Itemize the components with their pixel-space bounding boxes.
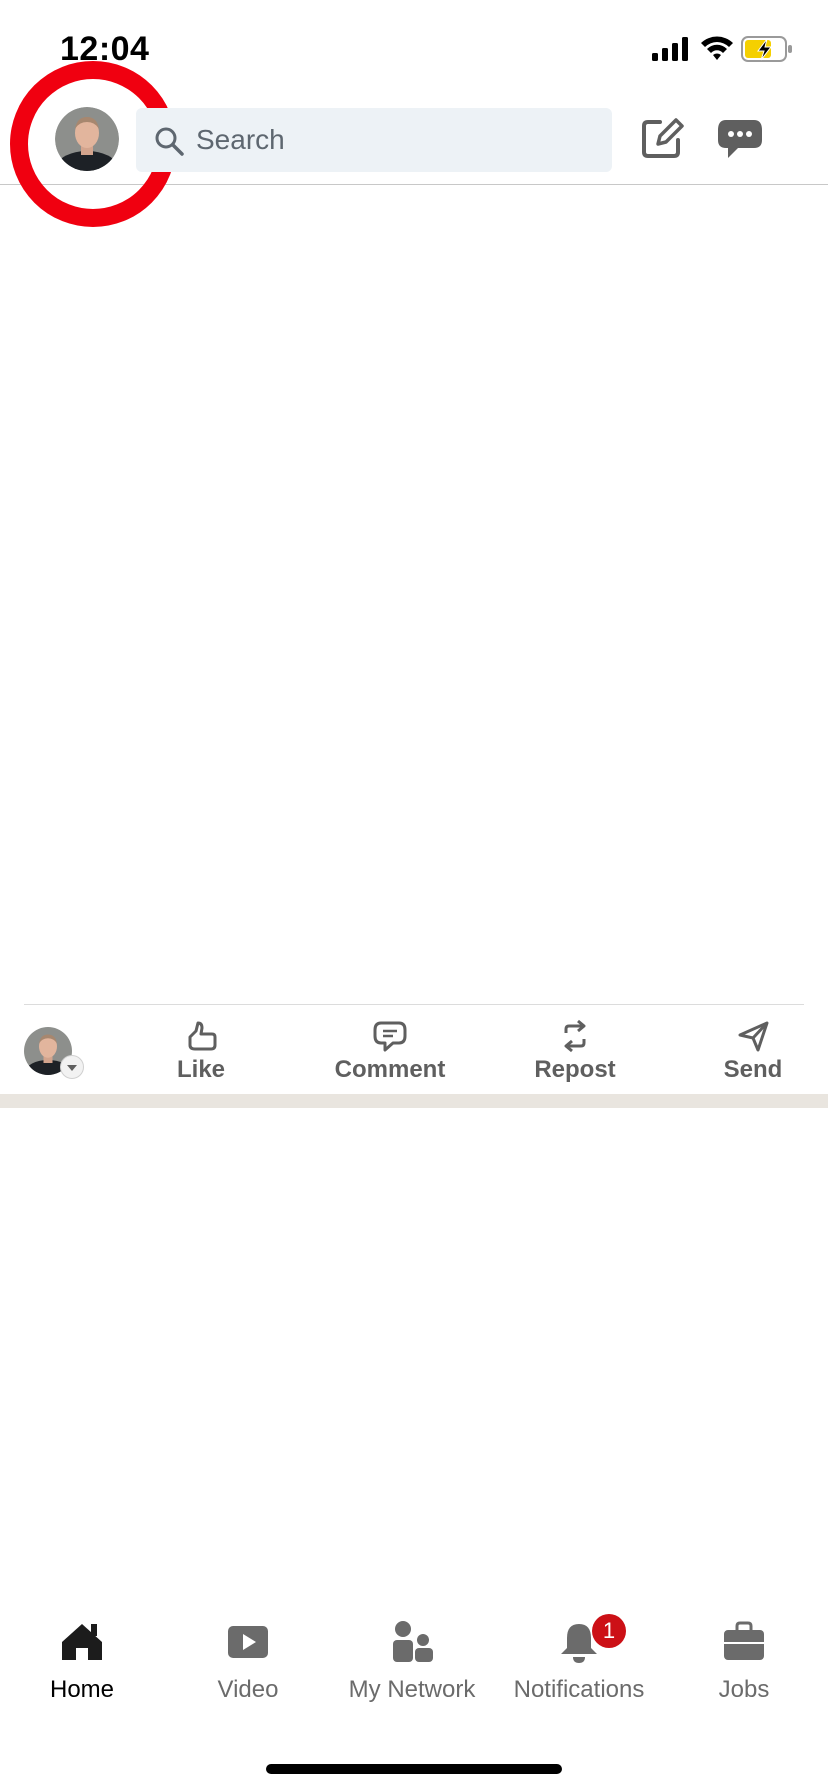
like-button[interactable]: Like [146,1019,256,1084]
wifi-icon [701,36,733,60]
notifications-badge: 1 [592,1614,626,1648]
cellular-signal-icon [652,37,688,61]
profile-avatar-icon [55,107,119,171]
profile-avatar-button[interactable] [55,107,119,171]
network-icon [393,1621,433,1662]
home-icon [62,1624,102,1660]
status-time: 12:04 [60,30,150,68]
nav-notifications[interactable]: 1 Notifications [504,1614,654,1704]
nav-home-label: Home [49,1676,115,1703]
messaging-icon[interactable] [716,118,764,160]
bottom-navigation: Home Video My Network 1 Notifications Jo… [0,1614,828,1720]
nav-jobs-label: Jobs [718,1676,770,1703]
nav-video-label: Video [217,1676,279,1703]
search-placeholder: Search [196,124,285,155]
post-action-bar: Like Comment Repost Send [24,1004,804,1095]
repost-button[interactable]: Repost [510,1019,640,1084]
feed-divider [0,1094,828,1108]
video-icon [228,1626,268,1658]
nav-home[interactable]: Home [34,1620,130,1704]
nav-my-network-label: My Network [348,1676,476,1703]
send-button[interactable]: Send [698,1019,808,1084]
briefcase-icon [724,1621,764,1660]
comment-icon [373,1021,407,1052]
chevron-down-icon [60,1055,84,1079]
nav-jobs[interactable]: Jobs [696,1620,792,1704]
reaction-identity-switcher[interactable] [24,1027,84,1079]
send-icon [738,1021,769,1052]
repost-label: Repost [534,1056,616,1083]
search-input[interactable]: Search [136,108,612,172]
comment-button[interactable]: Comment [300,1019,480,1084]
thumbs-up-icon [188,1021,217,1051]
nav-my-network[interactable]: My Network [340,1620,484,1704]
like-label: Like [176,1056,226,1083]
battery-charging-icon [741,36,792,62]
nav-video[interactable]: Video [200,1620,296,1704]
home-indicator [266,1764,562,1774]
repost-icon [564,1019,586,1053]
status-bar: 12:04 [0,0,828,100]
comment-label: Comment [334,1056,446,1083]
search-icon [155,127,184,156]
nav-notifications-label: Notifications [513,1676,645,1703]
compose-post-icon[interactable] [640,116,684,160]
send-label: Send [723,1056,783,1083]
top-bar: Search [0,61,828,227]
